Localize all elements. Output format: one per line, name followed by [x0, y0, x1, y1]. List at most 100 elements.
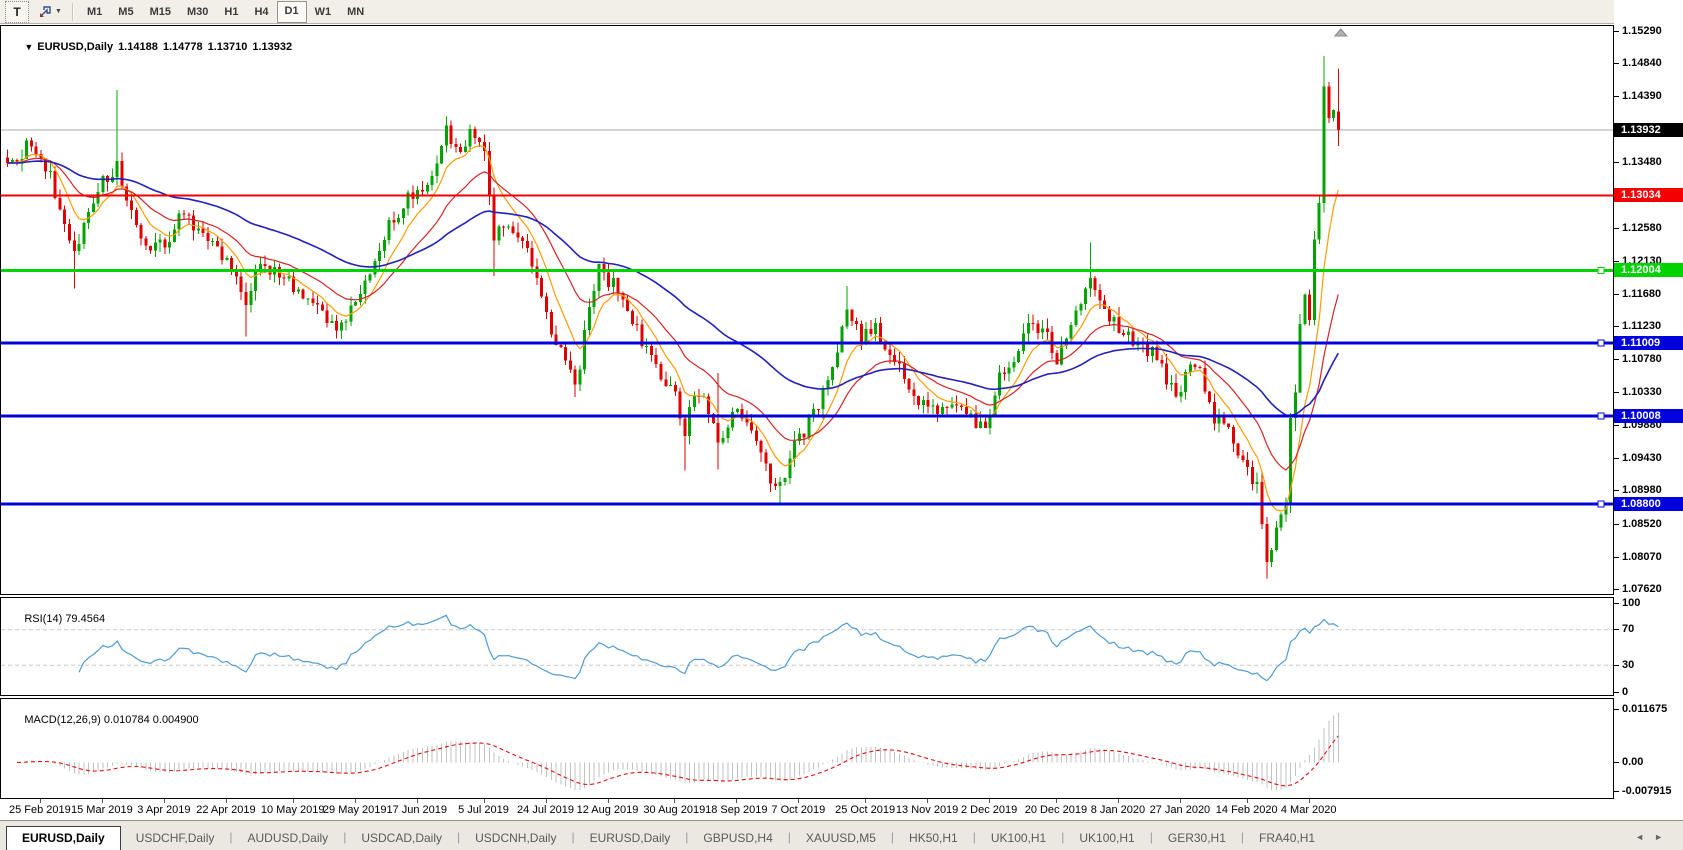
date-tick-mark: [355, 799, 356, 803]
chart-tab-11[interactable]: UK100,H1: [1064, 827, 1149, 850]
price-tick-mark: [1614, 261, 1619, 262]
rsi-tick-label: 100: [1622, 597, 1640, 610]
timeframe-button-m15[interactable]: M15: [142, 2, 179, 22]
chart-tab-12[interactable]: GER30,H1: [1153, 827, 1241, 850]
macd-signal-line: [17, 736, 1338, 786]
level-price-badge: 1.10008: [1614, 409, 1683, 423]
rsi-line: [79, 615, 1338, 680]
price-tick-label: 1.08520: [1622, 518, 1662, 531]
macd-current-values: 0.010784 0.004900: [104, 714, 199, 726]
rsi-name: RSI(14): [24, 613, 62, 625]
macd-tick-mark: [1614, 762, 1619, 763]
date-tick-label: 14 Feb 2020: [1216, 804, 1278, 816]
rsi-current-value: 79.4564: [65, 613, 105, 625]
price-tick-mark: [1614, 228, 1619, 229]
ohlc-high: 1.14778: [163, 41, 203, 53]
chart-tab-13[interactable]: FRA40,H1: [1244, 827, 1330, 850]
arrows-tool-button[interactable]: ▼: [33, 2, 67, 22]
macd-tick-label: 0.00: [1622, 756, 1643, 769]
tab-scroll-right-icon[interactable]: ►: [1654, 832, 1673, 842]
price-tick-label: 1.11680: [1622, 288, 1661, 301]
price-tick-mark: [1614, 425, 1619, 426]
timeframe-button-d1[interactable]: D1: [277, 1, 307, 23]
rsi-indicator-pane[interactable]: RSI(14) 79.4564: [0, 597, 1614, 696]
chart-tab-5[interactable]: USDCNH,Daily: [460, 827, 571, 850]
price-tick-label: 1.10780: [1622, 353, 1662, 366]
price-tick-label: 1.13480: [1622, 156, 1662, 169]
timeframe-button-w1[interactable]: W1: [307, 2, 340, 22]
price-tick-mark: [1614, 392, 1619, 393]
chart-tab-1[interactable]: EURUSD,Daily: [6, 826, 121, 850]
timeframe-button-m30[interactable]: M30: [179, 2, 216, 22]
timeframe-button-h1[interactable]: H1: [216, 2, 246, 22]
level-price-badge: 1.11009: [1614, 336, 1683, 350]
chart-tab-10[interactable]: UK100,H1: [976, 827, 1061, 850]
price-tick-mark: [1614, 326, 1619, 327]
time-axis[interactable]: 25 Feb 201915 Mar 20193 Apr 201922 Apr 2…: [0, 799, 1614, 820]
date-tick-mark: [989, 799, 990, 803]
price-tick-mark: [1614, 31, 1619, 32]
date-tick-label: 25 Oct 2019: [835, 804, 895, 816]
date-tick-label: 17 Jun 2019: [386, 804, 447, 816]
price-tick-mark: [1614, 359, 1619, 360]
chart-tab-3[interactable]: AUDUSD,Daily: [233, 827, 344, 850]
ohlc-open: 1.14188: [118, 41, 158, 53]
price-tick-label: 1.07620: [1622, 583, 1662, 596]
date-tick-label: 2 Dec 2019: [961, 804, 1017, 816]
tab-scroll-left-icon[interactable]: ◄: [1635, 832, 1654, 842]
date-tick-mark: [226, 799, 227, 803]
horizontal-level-lines[interactable]: [1, 195, 1613, 507]
timeframe-button-mn[interactable]: MN: [339, 2, 372, 22]
price-tick-label: 1.11230: [1622, 320, 1661, 333]
moving-average-line-8: [8, 146, 1339, 511]
price-tick-label: 1.09430: [1622, 452, 1662, 465]
toolbar: T ▼ M1M5M15M30H1H4D1W1MN: [0, 0, 1683, 24]
chart-title: ▼EURUSD,Daily1.141881.147781.137101.1393…: [6, 29, 297, 65]
rsi-tick-label: 0: [1622, 686, 1628, 699]
price-tick-label: 1.08980: [1622, 484, 1662, 497]
price-tick-mark: [1614, 557, 1619, 558]
timeframe-button-h4[interactable]: H4: [246, 2, 276, 22]
price-chart-pane[interactable]: ▼EURUSD,Daily1.141881.147781.137101.1393…: [0, 25, 1614, 595]
macd-tick-mark: [1614, 709, 1619, 710]
macd-indicator-pane[interactable]: MACD(12,26,9) 0.010784 0.004900: [0, 698, 1614, 799]
price-tick-mark: [1614, 63, 1619, 64]
chart-tab-4[interactable]: USDCAD,Daily: [346, 827, 457, 850]
date-tick-label: 5 Jul 2019: [458, 804, 509, 816]
price-tick-mark: [1614, 524, 1619, 525]
chart-tab-8[interactable]: XAUUSD,M5: [791, 827, 891, 850]
date-tick-mark: [1056, 799, 1057, 803]
rsi-tick-mark: [1614, 692, 1619, 693]
date-tick-label: 22 Apr 2019: [196, 804, 255, 816]
date-tick-label: 25 Feb 2019: [9, 804, 71, 816]
chart-tab-2[interactable]: USDCHF,Daily: [121, 827, 230, 850]
chart-tab-7[interactable]: GBPUSD,H4: [688, 827, 787, 850]
date-tick-label: 30 Aug 2019: [643, 804, 705, 816]
date-tick-label: 7 Oct 2019: [771, 804, 825, 816]
date-tick-label: 8 Jan 2020: [1091, 804, 1145, 816]
text-tool-icon: T: [13, 5, 20, 19]
chart-tab-bar: EURUSD,DailyUSDCHF,Daily|AUDUSD,Daily|US…: [0, 820, 1683, 850]
date-tick-mark: [927, 799, 928, 803]
chart-symbol-period: EURUSD,Daily: [37, 41, 113, 53]
date-tick-mark: [484, 799, 485, 803]
date-tick-mark: [1180, 799, 1181, 803]
price-tick-label: 1.08070: [1622, 551, 1662, 564]
tab-scroll-arrows: ◄►: [1635, 832, 1673, 842]
timeframe-button-m5[interactable]: M5: [110, 2, 141, 22]
toolbar-separator: [72, 3, 74, 21]
timeframe-button-m1[interactable]: M1: [79, 2, 110, 22]
text-label-tool-button[interactable]: T: [5, 1, 29, 23]
price-axis[interactable]: 1.152901.148401.143901.134801.125801.121…: [1614, 0, 1683, 820]
chart-shift-marker: [1335, 29, 1347, 36]
price-tick-label: 1.15290: [1622, 25, 1662, 38]
price-tick-mark: [1614, 589, 1619, 590]
price-tick-mark: [1614, 162, 1619, 163]
date-tick-mark: [417, 799, 418, 803]
date-tick-label: 3 Apr 2019: [137, 804, 190, 816]
chart-tab-9[interactable]: HK50,H1: [894, 827, 973, 850]
rsi-tick-label: 30: [1622, 659, 1634, 672]
date-tick-label: 24 Jul 2019: [517, 804, 574, 816]
ohlc-close: 1.13932: [252, 41, 292, 53]
chart-tab-6[interactable]: EURUSD,Daily: [575, 827, 686, 850]
